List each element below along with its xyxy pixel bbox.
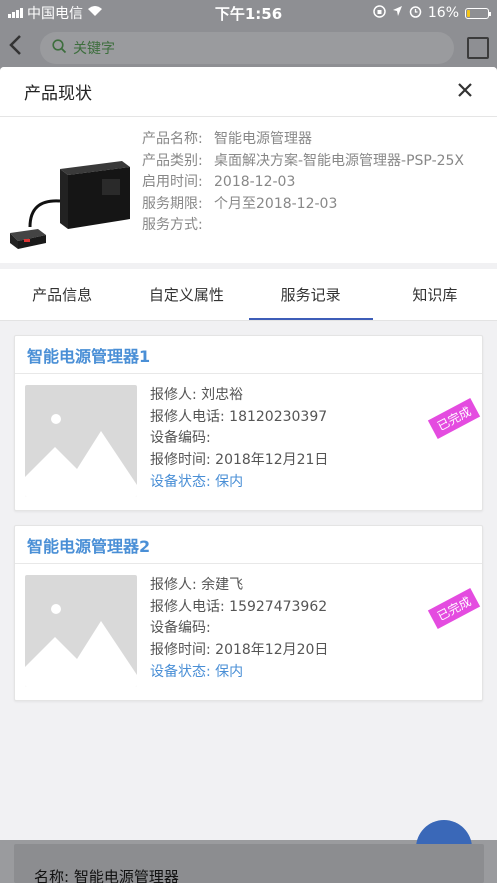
signal-icon [8, 8, 23, 18]
battery-icon [465, 7, 491, 19]
service-record-card[interactable]: 智能电源管理器2 报修人: 余建飞 报修人电话: 15927473962 设备编… [14, 525, 483, 701]
tab-product-info[interactable]: 产品信息 [0, 269, 124, 320]
image-placeholder-icon [25, 575, 137, 687]
top-nav: 关键字 [0, 26, 497, 70]
device-status: 设备状态: 保内 [150, 473, 244, 490]
service-period: 个月至2018-12-03 [214, 195, 338, 212]
service-period-label: 服务期限: [142, 195, 203, 212]
modal-title: 产品现状 [24, 84, 92, 104]
completed-badge: 已完成 [427, 397, 481, 440]
completed-badge: 已完成 [427, 587, 481, 630]
record-title: 智能电源管理器2 [15, 526, 482, 564]
product-name-label: 产品名称: [142, 131, 203, 147]
product-status-modal: 产品现状 产品名称: 智能电源管理器 产品类别: 桌面解决方案-智能电源管理器-PS… [0, 67, 497, 840]
device-code: 设备编码: [150, 430, 211, 447]
background-card-name: 名称: 智能电源管理器 [14, 844, 484, 883]
close-icon[interactable] [457, 79, 473, 104]
wifi-icon [87, 5, 103, 21]
tab-service-records[interactable]: 服务记录 [248, 269, 374, 320]
battery-percent: 16% [427, 5, 459, 21]
start-time-label: 启用时间: [142, 174, 203, 190]
tab-custom-attributes[interactable]: 自定义属性 [124, 269, 248, 320]
lock-rotation-icon [373, 4, 386, 22]
product-image [10, 149, 132, 259]
search-icon [52, 38, 67, 58]
repair-time: 报修时间: 2018年12月20日 [150, 642, 329, 659]
reporter-phone: 报修人电话: 18120230397 [150, 408, 328, 425]
service-record-list: 智能电源管理器1 报修人: 刘忠裕 报修人电话: 18120230397 设备编… [0, 321, 497, 701]
product-category: 桌面解决方案-智能电源管理器-PSP-25X [214, 152, 465, 169]
start-time: 2018-12-03 [214, 174, 296, 190]
carrier-label: 中国电信 [27, 6, 83, 22]
tab-bar: 产品信息 自定义属性 服务记录 知识库 [0, 269, 497, 321]
service-method-label: 服务方式: [142, 217, 203, 233]
scan-icon[interactable] [467, 37, 489, 59]
alarm-icon [409, 5, 422, 22]
service-record-card[interactable]: 智能电源管理器1 报修人: 刘忠裕 报修人电话: 18120230397 设备编… [14, 335, 483, 511]
location-icon [392, 5, 403, 21]
product-summary: 产品名称: 智能电源管理器 产品类别: 桌面解决方案-智能电源管理器-PSP-25X… [0, 117, 497, 263]
tab-knowledge-base[interactable]: 知识库 [373, 269, 497, 320]
reporter: 报修人: 余建飞 [150, 577, 244, 593]
repair-time: 报修时间: 2018年12月21日 [150, 452, 329, 469]
reporter: 报修人: 刘忠裕 [150, 387, 244, 403]
image-placeholder-icon [25, 385, 137, 497]
record-title: 智能电源管理器1 [15, 336, 482, 374]
search-input[interactable]: 关键字 [40, 32, 454, 64]
device-code: 设备编码: [150, 620, 211, 637]
modal-header: 产品现状 [0, 67, 497, 117]
reporter-phone: 报修人电话: 15927473962 [150, 598, 328, 615]
back-icon[interactable] [8, 33, 34, 63]
product-name: 智能电源管理器 [214, 131, 312, 147]
search-placeholder: 关键字 [73, 41, 115, 57]
status-bar: 中国电信 下午1:56 16% [0, 0, 497, 26]
device-status: 设备状态: 保内 [150, 663, 244, 680]
product-category-label: 产品类别: [142, 152, 203, 169]
